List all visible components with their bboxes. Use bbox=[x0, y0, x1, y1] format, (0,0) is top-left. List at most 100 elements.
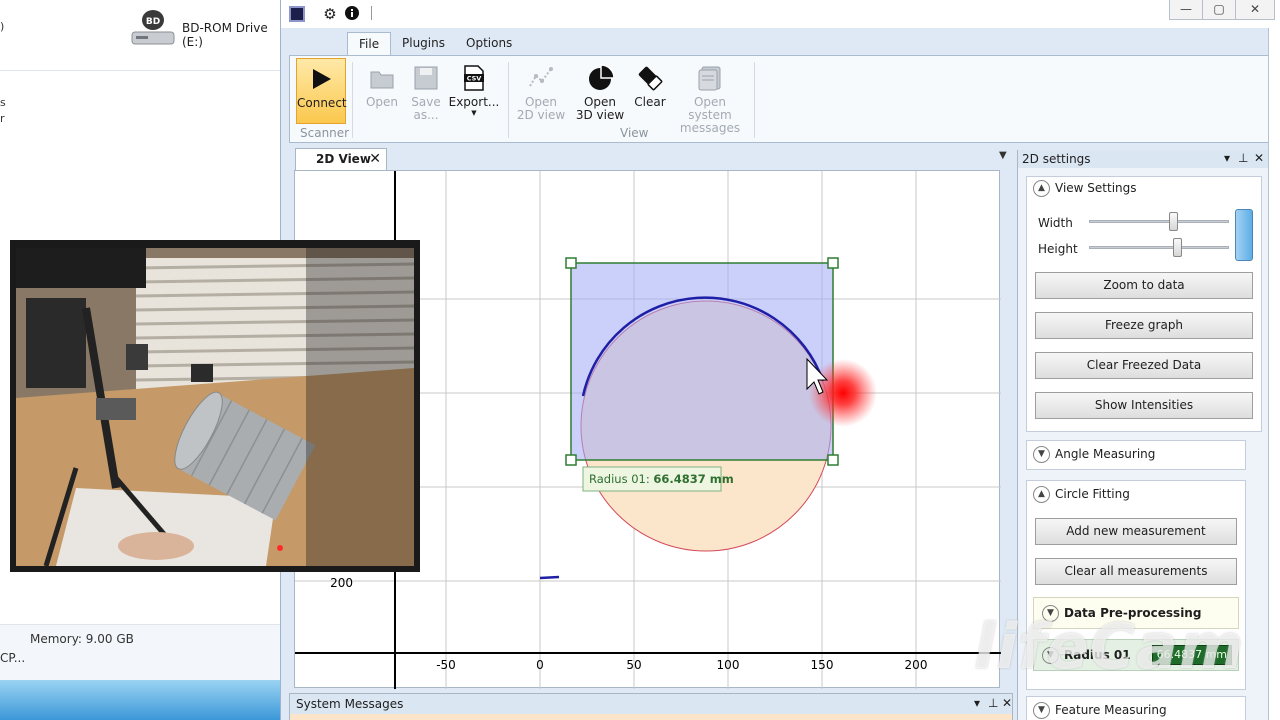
open-button[interactable]: Open bbox=[360, 60, 404, 122]
svg-text:CSV: CSV bbox=[467, 75, 482, 83]
open-system-messages-label: Open system messages bbox=[679, 95, 741, 135]
connect-label: Connect bbox=[297, 96, 347, 110]
separator bbox=[352, 62, 353, 138]
folder-icon bbox=[370, 71, 394, 89]
open-system-messages-button[interactable]: Open system messages bbox=[672, 60, 748, 135]
feature-measuring-section: ▼ Feature Measuring bbox=[1026, 696, 1246, 720]
open-3d-view-label: Open 3D view bbox=[575, 95, 625, 122]
export-label: Export... bbox=[448, 95, 500, 109]
x-tick-label: 0 bbox=[536, 658, 544, 672]
pin-icon[interactable]: ⊥ bbox=[1238, 151, 1248, 165]
save-as-label: Save as... bbox=[411, 95, 441, 122]
view-settings-section: ▲ View Settings Width Height Zoom to data… bbox=[1026, 176, 1262, 432]
explorer-edge-text: ) bbox=[0, 20, 5, 33]
show-intensities-button[interactable]: Show Intensities bbox=[1035, 392, 1253, 419]
save-as-button[interactable]: Save as... bbox=[406, 60, 446, 122]
pin-icon[interactable]: ⊥ bbox=[988, 696, 998, 710]
svg-text:BD: BD bbox=[146, 17, 160, 27]
taskbar bbox=[0, 680, 286, 720]
memory-info: Memory: 9.00 GB bbox=[30, 632, 134, 646]
gear-icon[interactable]: ⚙ bbox=[321, 5, 339, 23]
height-label: Height bbox=[1038, 242, 1078, 256]
close-button[interactable]: ✕ bbox=[1235, 0, 1275, 20]
open-label: Open bbox=[365, 95, 399, 109]
width-slider-track[interactable] bbox=[1089, 220, 1229, 223]
link-toggle[interactable] bbox=[1235, 209, 1253, 261]
window-right-edge bbox=[1268, 28, 1280, 720]
connect-button[interactable]: Connect bbox=[296, 58, 347, 124]
chevron-up-icon: ▲ bbox=[1033, 486, 1050, 503]
system-messages-panel: System Messages ▾ ⊥ ✕ bbox=[289, 693, 1013, 720]
tab-options[interactable]: Options bbox=[455, 32, 523, 56]
drive-label[interactable]: BD-ROM Drive (E:) bbox=[182, 21, 286, 49]
clear-button[interactable]: Clear bbox=[630, 60, 670, 122]
bd-rom-drive-icon[interactable]: BD bbox=[130, 8, 176, 48]
feature-measuring-label: Feature Measuring bbox=[1055, 703, 1167, 717]
document-list-dropdown-icon[interactable]: ▼ bbox=[999, 150, 1007, 161]
minimize-button[interactable]: — bbox=[1169, 0, 1203, 20]
group-label-scanner: Scanner bbox=[300, 126, 350, 140]
y-tick-label: 200 bbox=[330, 576, 353, 590]
dropdown-arrow-icon: ▼ bbox=[471, 109, 477, 117]
chevron-down-icon: ▼ bbox=[1033, 702, 1050, 719]
x-tick-label: 150 bbox=[811, 658, 834, 672]
view-settings-header[interactable]: ▲ View Settings bbox=[1033, 180, 1137, 197]
selection-handle bbox=[827, 257, 839, 269]
x-tick-label: -50 bbox=[436, 658, 456, 672]
play-icon bbox=[313, 69, 331, 89]
explorer-edge-text: r bbox=[0, 112, 5, 125]
angle-measuring-section: ▼ Angle Measuring bbox=[1026, 440, 1246, 470]
app-logo-icon[interactable] bbox=[289, 6, 305, 22]
messages-icon bbox=[698, 66, 721, 91]
tab-file[interactable]: File bbox=[347, 32, 392, 56]
close-tab-icon[interactable]: ✕ bbox=[369, 149, 381, 169]
divider bbox=[0, 70, 286, 71]
clear-label: Clear bbox=[634, 95, 666, 109]
system-messages-header: System Messages bbox=[290, 694, 1012, 714]
tab-plugins[interactable]: Plugins bbox=[391, 32, 456, 56]
width-slider-thumb[interactable] bbox=[1169, 212, 1178, 231]
close-icon[interactable]: ✕ bbox=[1002, 696, 1012, 710]
clear-freezed-data-button[interactable]: Clear Freezed Data bbox=[1035, 352, 1253, 379]
messages-area bbox=[290, 714, 1012, 720]
freeze-graph-button[interactable]: Freeze graph bbox=[1035, 312, 1253, 339]
dropdown-arrow-icon[interactable]: ▾ bbox=[1224, 151, 1230, 165]
zoom-to-data-button[interactable]: Zoom to data bbox=[1035, 272, 1253, 299]
selection-handle bbox=[565, 257, 577, 269]
scan-points-stray bbox=[539, 575, 560, 580]
height-slider-thumb[interactable] bbox=[1173, 238, 1183, 257]
csv-file-icon: CSV bbox=[464, 65, 484, 91]
cpu-info: CP... bbox=[0, 651, 26, 665]
angle-measuring-header[interactable]: ▼ Angle Measuring bbox=[1033, 446, 1155, 463]
ribbon: Connect Scanner Open Save as... CSV Expo… bbox=[289, 55, 1273, 143]
circle-fitting-header[interactable]: ▲ Circle Fitting bbox=[1033, 486, 1130, 503]
title-bar: ⚙ — ▢ ✕ bbox=[281, 0, 1280, 28]
add-new-measurement-button[interactable]: Add new measurement bbox=[1035, 518, 1237, 545]
eraser-icon bbox=[638, 66, 663, 91]
clear-all-measurements-button[interactable]: Clear all measurements bbox=[1035, 558, 1237, 585]
x-tick-label: 50 bbox=[626, 658, 641, 672]
maximize-button[interactable]: ▢ bbox=[1202, 0, 1236, 20]
radius-label: Radius 01: 66.4837 mm bbox=[589, 472, 734, 486]
close-icon[interactable]: ✕ bbox=[1254, 151, 1264, 165]
tab-2d-view[interactable]: 2D View ✕ bbox=[295, 148, 387, 170]
open-2d-view-button[interactable]: Open 2D view bbox=[512, 60, 570, 122]
save-icon bbox=[414, 66, 438, 90]
tab-2d-view-label: 2D View bbox=[316, 152, 371, 166]
width-label: Width bbox=[1038, 216, 1073, 230]
lifecam-watermark: lifeCam bbox=[974, 610, 1245, 683]
open-3d-view-button[interactable]: Open 3D view bbox=[572, 60, 628, 122]
x-tick-label: 200 bbox=[905, 658, 928, 672]
selection-handle bbox=[565, 454, 577, 466]
selection-rectangle bbox=[570, 262, 834, 461]
dropdown-arrow-icon[interactable]: ▾ bbox=[974, 696, 980, 710]
separator bbox=[371, 6, 372, 20]
height-slider-track[interactable] bbox=[1089, 246, 1229, 249]
separator bbox=[754, 62, 755, 138]
export-button[interactable]: CSV Export... ▼ bbox=[446, 60, 502, 122]
feature-measuring-header[interactable]: ▼ Feature Measuring bbox=[1033, 702, 1167, 719]
info-icon[interactable] bbox=[343, 5, 361, 23]
webcam-feed-image bbox=[16, 248, 414, 566]
open-2d-view-label: Open 2D view bbox=[516, 95, 566, 122]
settings-panel-title: 2D settings bbox=[1018, 150, 1269, 168]
